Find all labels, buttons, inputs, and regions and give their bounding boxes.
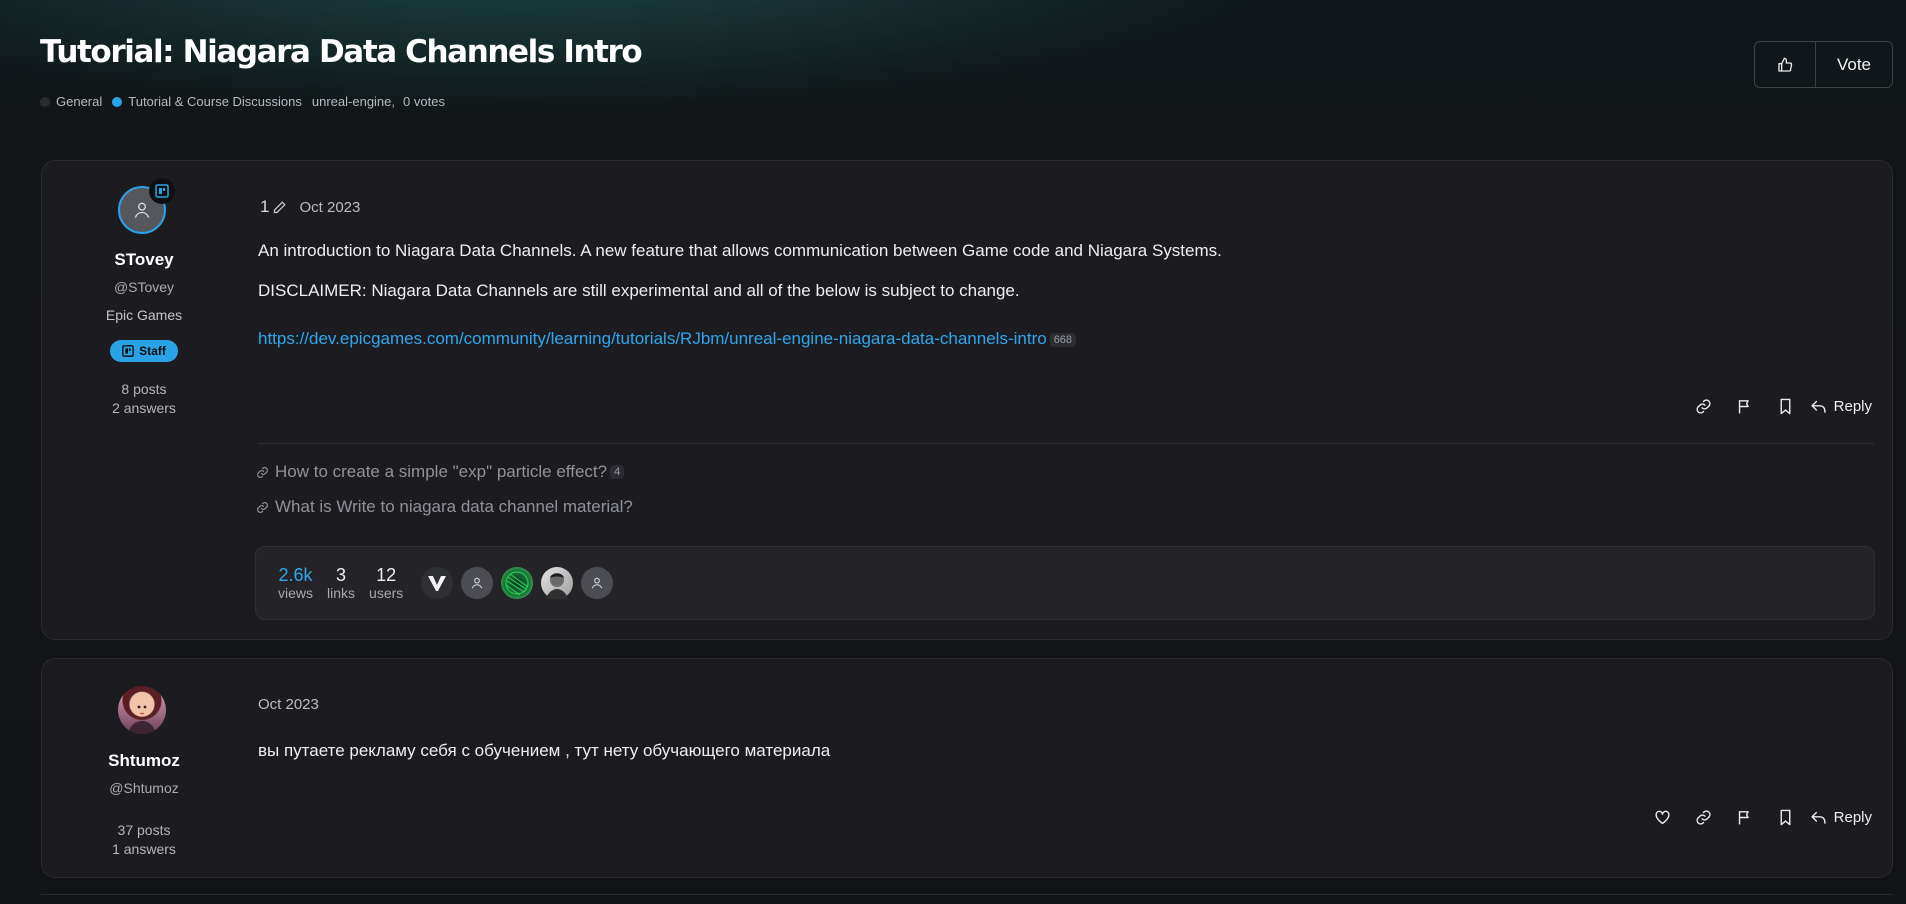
views-label: views: [278, 584, 314, 601]
users-stat: 12 users: [369, 565, 403, 602]
flag-icon[interactable]: [1724, 802, 1765, 832]
bookmark-icon[interactable]: [1765, 802, 1806, 832]
post-date[interactable]: Oct 2023: [299, 199, 360, 216]
edit-count[interactable]: 1: [260, 197, 269, 217]
author-name[interactable]: Shtumoz: [42, 751, 246, 771]
views-count: 2.6k: [278, 564, 313, 585]
epic-badge-icon: [122, 345, 134, 357]
participant-avatar[interactable]: [461, 567, 494, 599]
flag-icon[interactable]: [1724, 391, 1765, 421]
post-card: Shtumoz @Shtumoz 37 posts 1 answers Oct …: [41, 658, 1893, 878]
links-stat[interactable]: 3 links: [327, 565, 355, 602]
participant-avatar[interactable]: [501, 567, 534, 599]
person-photo-icon: [546, 573, 569, 599]
participant-avatar[interactable]: [541, 567, 574, 599]
avatar[interactable]: [118, 686, 166, 734]
category-tutorial[interactable]: Tutorial & Course Discussions: [112, 94, 302, 109]
links-count: 3: [336, 564, 347, 585]
link-click-count: 668: [1049, 332, 1077, 347]
reply-label: Reply: [1833, 397, 1872, 415]
post-actions: Reply: [1642, 802, 1872, 832]
topic-summary: 2.6k views 3 links 12 users: [255, 546, 1875, 620]
post-card: STovey @STovey Epic Games Staff 8 posts …: [41, 160, 1893, 640]
views-stat: 2.6k views: [278, 565, 313, 602]
category-label: Tutorial & Course Discussions: [128, 94, 302, 109]
sphere-pattern-icon: [505, 571, 529, 596]
reply-arrow-icon: [1811, 811, 1826, 824]
category-dot: [112, 96, 123, 107]
next-post-edge: [41, 894, 1893, 895]
epic-badge-icon: [149, 178, 175, 204]
bookmark-icon[interactable]: [1765, 391, 1806, 421]
author-post-count: 37 posts: [117, 822, 171, 838]
post-paragraph: DISCLAIMER: Niagara Data Channels are st…: [258, 281, 1020, 300]
portrait-icon: [128, 705, 156, 734]
link-icon: [257, 466, 268, 478]
links-label: links: [327, 584, 356, 601]
link-icon[interactable]: [1683, 802, 1724, 832]
post-divider: [258, 443, 1874, 444]
tag-separator: ,: [391, 94, 396, 109]
reply-button[interactable]: Reply: [1810, 809, 1872, 826]
reply-button[interactable]: Reply: [1810, 398, 1872, 415]
related-topic-title: What is Write to niagara data channel ma…: [275, 497, 633, 516]
post-paragraph: вы путаете рекламу себя с обучением , ту…: [258, 741, 831, 760]
author-org: Epic Games: [105, 307, 183, 323]
author-post-count: 8 posts: [121, 381, 167, 397]
category-general[interactable]: General: [40, 94, 102, 109]
vote-control: Vote: [1754, 41, 1893, 88]
participant-avatar[interactable]: [581, 567, 614, 599]
post-meta: Oct 2023: [258, 696, 319, 713]
author-handle: @STovey: [113, 279, 175, 295]
pencil-icon: [274, 200, 287, 213]
staff-label: Staff: [139, 344, 166, 358]
participant-avatar[interactable]: [421, 567, 454, 599]
tag-unreal-engine[interactable]: unreal-engine: [312, 94, 392, 109]
post-link-line: https://dev.epicgames.com/community/lear…: [258, 329, 1077, 349]
thumbs-up-icon[interactable]: [1755, 42, 1816, 87]
post-meta: 1 Oct 2023: [260, 197, 360, 217]
post-paragraph: An introduction to Niagara Data Channels…: [258, 241, 1222, 260]
link-icon: [257, 501, 268, 513]
v-logo-icon: [428, 576, 447, 591]
vote-count: 0 votes: [403, 94, 445, 109]
related-click-count: 4: [610, 465, 625, 479]
author-name[interactable]: STovey: [42, 250, 246, 270]
topic-meta: General Tutorial & Course Discussions un…: [40, 94, 445, 109]
users-label: users: [369, 584, 404, 601]
user-icon: [592, 577, 603, 589]
link-icon[interactable]: [1683, 391, 1724, 421]
vote-button[interactable]: Vote: [1816, 42, 1892, 87]
category-dot: [40, 96, 50, 107]
heart-icon[interactable]: [1642, 802, 1683, 832]
related-topic-title: How to create a simple "exp" particle ef…: [275, 462, 608, 481]
author-answer-count: 2 answers: [112, 400, 176, 416]
author-handle: @Shtumoz: [109, 780, 179, 796]
reply-arrow-icon: [1811, 400, 1826, 413]
tutorial-link[interactable]: https://dev.epicgames.com/community/lear…: [258, 329, 1047, 348]
related-topic-link[interactable]: How to create a simple "exp" particle ef…: [256, 462, 625, 482]
staff-badge: Staff: [110, 340, 178, 362]
related-topic-link[interactable]: What is Write to niagara data channel ma…: [256, 497, 633, 517]
post-date[interactable]: Oct 2023: [258, 696, 319, 713]
author-answer-count: 1 answers: [112, 841, 176, 857]
post-actions: Reply: [1683, 391, 1872, 421]
reply-label: Reply: [1833, 808, 1872, 826]
users-count: 12: [376, 564, 397, 585]
user-icon: [472, 577, 483, 589]
category-label: General: [56, 94, 103, 109]
topic-title: Tutorial: Niagara Data Channels Intro: [40, 34, 643, 70]
